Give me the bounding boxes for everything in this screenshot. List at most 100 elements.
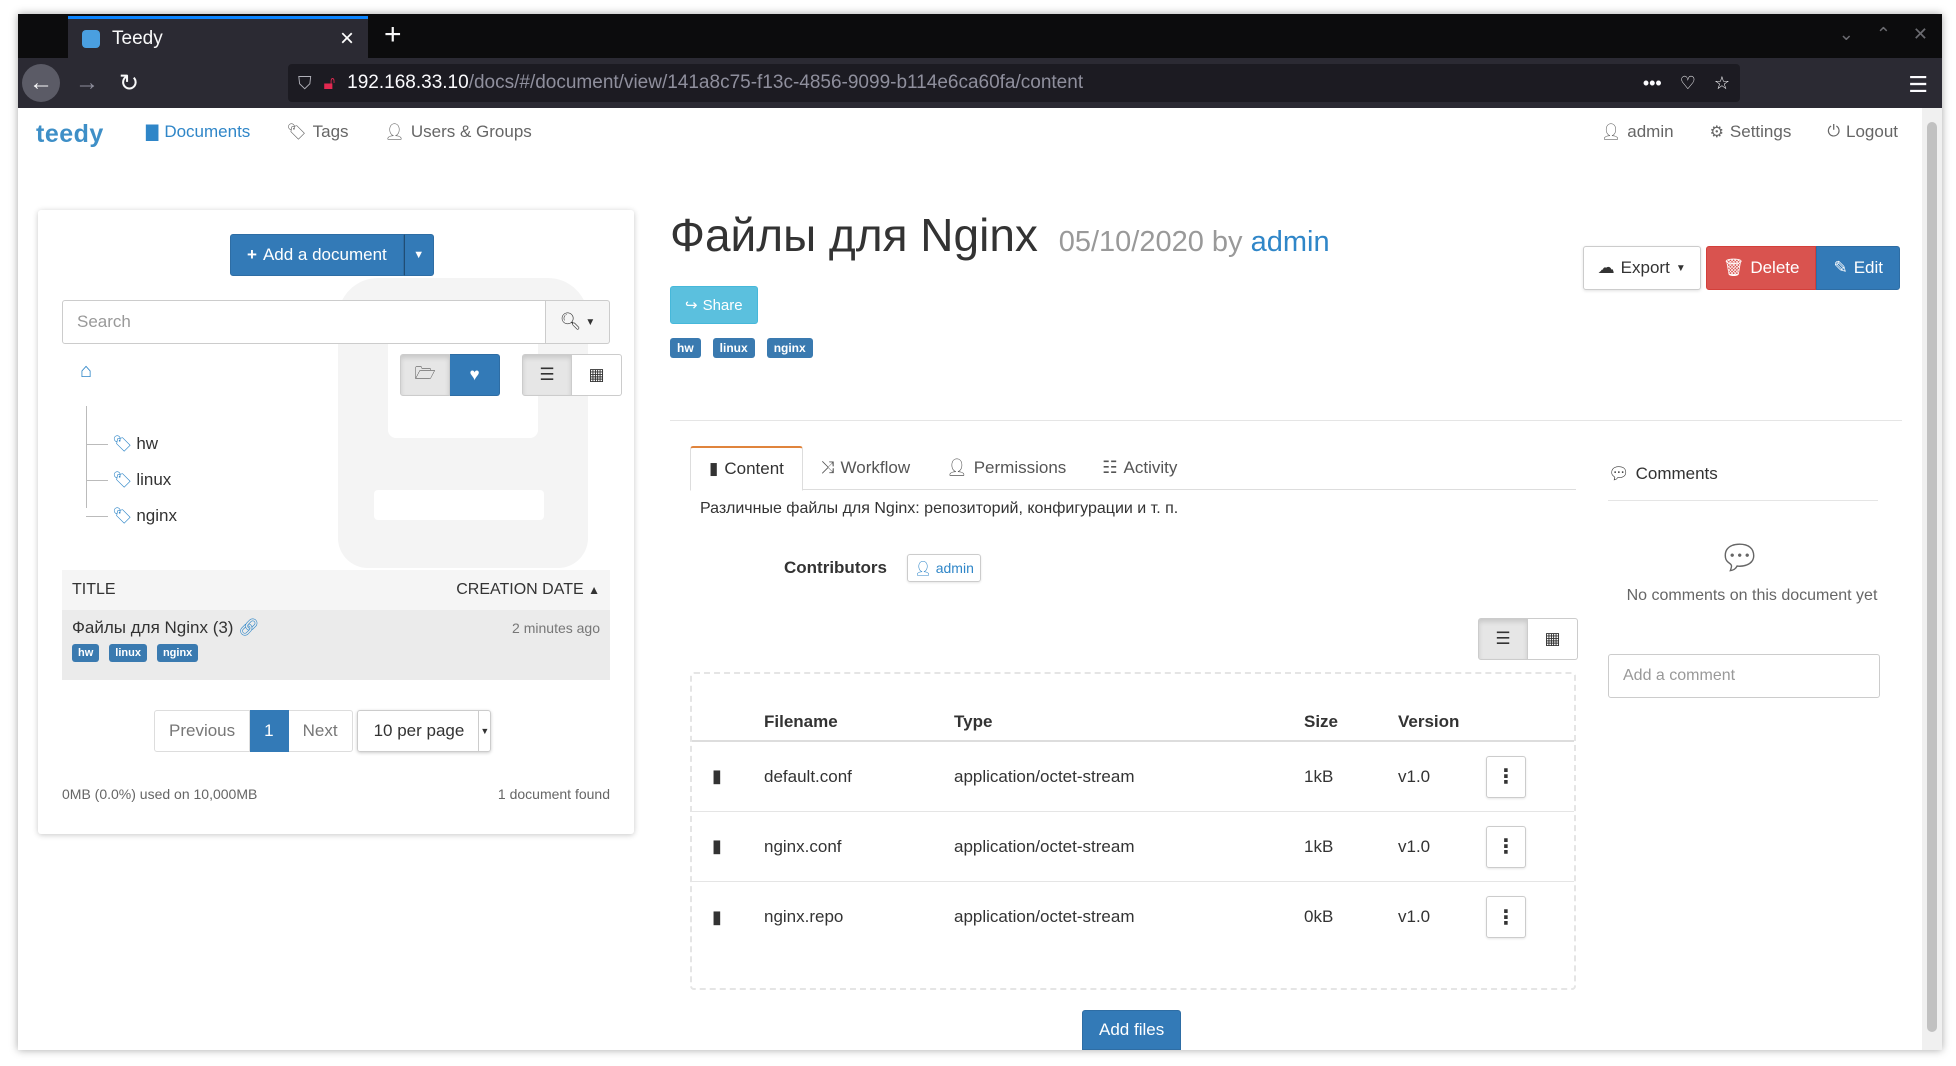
tag-badge[interactable]: hw xyxy=(670,338,701,358)
tag-badge[interactable]: linux xyxy=(712,338,755,358)
document-author-link[interactable]: admin xyxy=(1251,226,1330,258)
nav-documents[interactable]: ▇ Documents xyxy=(146,122,250,142)
add-files-button[interactable]: Add files xyxy=(1082,1010,1182,1050)
contributor-chip[interactable]: 👤︎ admin xyxy=(906,554,981,582)
add-document-dropdown-button[interactable]: ▼ xyxy=(403,234,434,276)
delete-button[interactable]: 🗑︎ Delete xyxy=(1705,246,1817,290)
tree-node[interactable]: 🏷︎ hw xyxy=(86,434,158,454)
edit-button[interactable]: ✎ Edit xyxy=(1816,246,1900,290)
add-document-button[interactable]: + Add a document xyxy=(230,234,404,276)
share-button[interactable]: ↪ Share xyxy=(670,286,758,324)
reload-icon[interactable]: ↻ xyxy=(110,64,148,102)
teedy-favicon-icon xyxy=(82,29,100,48)
pocket-icon[interactable]: ♡ xyxy=(1680,73,1696,94)
tab-content[interactable]: ▮ Content xyxy=(690,446,803,491)
file-name[interactable]: default.conf xyxy=(764,767,954,787)
browser-tab[interactable]: Teedy × xyxy=(68,16,368,58)
search-options-button[interactable]: 🔍︎ ▼ xyxy=(546,300,610,344)
title-column-header[interactable]: TITLE xyxy=(72,581,116,599)
file-menu-button[interactable]: ⋮ xyxy=(1486,896,1526,938)
files-list-view-button[interactable]: ☰ xyxy=(1478,618,1528,660)
tree-node-label: linux xyxy=(136,470,172,489)
search-input[interactable] xyxy=(62,300,546,344)
panel-footer: 0MB (0.0%) used on 10,000MB 1 document f… xyxy=(62,786,610,802)
forward-arrow-icon[interactable]: → xyxy=(68,64,106,102)
file-name[interactable]: nginx.repo xyxy=(764,907,954,927)
add-comment-input[interactable] xyxy=(1608,654,1880,698)
url-path: /docs/#/document/view/141a8c75-f13c-4856… xyxy=(468,72,1084,93)
close-tab-icon[interactable]: × xyxy=(340,26,354,51)
tree-node[interactable]: 🏷︎ linux xyxy=(86,470,171,490)
creation-date-column-header[interactable]: CREATION DATE ▲ xyxy=(456,581,600,599)
tab-permissions[interactable]: 👤︎ Permissions xyxy=(928,446,1084,490)
per-page-select[interactable]: 10 per page ▼ xyxy=(356,710,492,752)
shield-icon[interactable]: ⛉ xyxy=(298,73,312,94)
grid-icon: ▦ xyxy=(1544,629,1561,648)
previous-page-button[interactable]: Previous xyxy=(154,710,251,752)
tag-badge[interactable]: hw xyxy=(72,644,100,662)
grid-view-button[interactable]: ▦ xyxy=(572,354,622,396)
grid-icon: ▦ xyxy=(588,365,605,384)
document-actions: ☁ Export ▼ 🗑︎ Delete ✎ Edit xyxy=(1582,246,1900,290)
plus-icon: + xyxy=(247,245,257,264)
link-icon[interactable]: 🔗︎ xyxy=(238,618,260,637)
chevron-up-icon[interactable]: ⌃ xyxy=(1876,24,1891,45)
edit-label: Edit xyxy=(1853,258,1883,277)
tab-workflow[interactable]: ⤨ Workflow xyxy=(803,446,928,490)
user-menu: 👤︎ admin ⚙ Settings ⏻ Logout xyxy=(1565,122,1898,142)
insecure-lock-icon[interactable]: 🔓︎ xyxy=(324,73,336,94)
contributors: Contributors 👤︎ admin xyxy=(784,554,981,582)
file-menu-button[interactable]: ⋮ xyxy=(1486,755,1526,798)
new-tab-button[interactable]: + xyxy=(384,20,402,50)
tag-badge[interactable]: linux xyxy=(109,644,147,662)
tags-icon: 🏷︎ xyxy=(112,508,133,525)
export-label: Export xyxy=(1620,258,1670,277)
pencil-icon: ✎ xyxy=(1833,258,1848,277)
tag-badge[interactable]: nginx xyxy=(156,644,199,662)
file-icon: ▮ xyxy=(709,459,719,478)
chevron-down-icon[interactable]: ⌄ xyxy=(1839,24,1854,45)
nav-users-groups[interactable]: 👤︎ Users & Groups xyxy=(385,122,532,142)
header-divider xyxy=(670,420,1902,421)
tags-tree-button[interactable]: ♥ xyxy=(450,354,500,396)
tree-node[interactable]: 🏷︎ nginx xyxy=(86,506,177,526)
list-icon: ☰ xyxy=(1495,629,1511,648)
tag-badge[interactable]: nginx xyxy=(766,338,813,358)
hamburger-menu-icon[interactable]: ☰ xyxy=(1908,72,1928,98)
next-page-button[interactable]: Next xyxy=(288,710,353,752)
tags-icon: 🏷︎ xyxy=(286,124,307,141)
file-row[interactable]: ▮ default.conf application/octet-stream … xyxy=(692,742,1574,812)
page-1-button[interactable]: 1 xyxy=(250,710,289,752)
address-bar[interactable]: ⛉ 🔓︎ 192.168.33.10 /docs/#/document/view… xyxy=(288,64,1740,102)
brand-logo[interactable]: teedy xyxy=(36,120,104,149)
nav-logout[interactable]: ⏻ Logout xyxy=(1827,122,1898,142)
tab-activity[interactable]: ☷ Activity xyxy=(1084,446,1195,490)
nav-admin[interactable]: 👤︎ admin xyxy=(1601,122,1674,142)
files-grid-view-button[interactable]: ▦ xyxy=(1528,618,1578,660)
page-content: teedy ▇ Documents 🏷︎ Tags 👤︎ Users & Gro… xyxy=(18,108,1922,1050)
files-dropzone[interactable]: Filename Type Size Version ▮ default.con… xyxy=(690,672,1576,990)
scrollbar-thumb[interactable] xyxy=(1927,122,1937,1032)
nav-settings[interactable]: ⚙ Settings xyxy=(1710,122,1792,142)
folder-view-button[interactable]: 🗁 xyxy=(400,354,450,396)
export-button[interactable]: ☁ Export ▼ xyxy=(1582,246,1701,290)
document-row[interactable]: Файлы для Nginx (3) 🔗︎ 2 minutes ago hw … xyxy=(62,610,610,680)
page-actions-icon[interactable]: ••• xyxy=(1643,73,1662,94)
file-row[interactable]: ▮ nginx.conf application/octet-stream 1k… xyxy=(692,812,1574,882)
file-menu-button[interactable]: ⋮ xyxy=(1486,825,1526,868)
page-scrollbar[interactable] xyxy=(1922,108,1942,1050)
browser-window: Teedy × + ⌄ ⌃ ✕ ← → ↻ ⛉ 🔓︎ 192.168.33.10… xyxy=(18,14,1942,1050)
nav-tags[interactable]: 🏷︎ Tags xyxy=(286,122,348,142)
back-arrow-icon[interactable]: ← xyxy=(22,64,60,102)
browser-tabbar: Teedy × + ⌄ ⌃ ✕ xyxy=(18,14,1942,58)
bookmark-star-icon[interactable]: ☆ xyxy=(1714,73,1730,94)
book-icon: ▇ xyxy=(146,124,159,141)
file-size: 0kB xyxy=(1304,907,1334,926)
file-name[interactable]: nginx.conf xyxy=(764,837,954,857)
file-row[interactable]: ▮ nginx.repo application/octet-stream 0k… xyxy=(692,882,1574,952)
file-type: application/octet-stream xyxy=(954,907,1135,926)
home-icon[interactable]: ⌂ xyxy=(80,360,92,383)
close-window-icon[interactable]: ✕ xyxy=(1913,24,1928,45)
list-view-button[interactable]: ☰ xyxy=(522,354,572,396)
delete-label: Delete xyxy=(1750,258,1800,277)
